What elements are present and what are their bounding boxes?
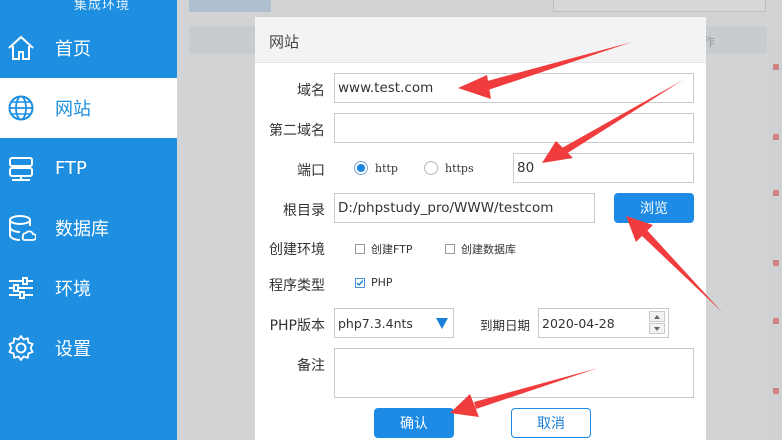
checkbox-label: 创建数据库 bbox=[461, 243, 516, 256]
sliders-icon bbox=[6, 273, 36, 303]
checkbox-box-checked bbox=[355, 277, 365, 288]
second-domain-input[interactable] bbox=[334, 113, 694, 143]
port-value: 80 bbox=[517, 160, 535, 176]
website-dialog: 网站 域名 www.test.com 第二域名 端口 http https 80… bbox=[255, 17, 706, 440]
php-version-select[interactable]: php7.3.4nts bbox=[334, 308, 454, 338]
program-type-label: 程序类型 bbox=[269, 278, 325, 294]
checkbox-label: 创建FTP bbox=[371, 243, 413, 256]
php-version-value: php7.3.4nts bbox=[338, 316, 413, 331]
sidebar-item-environment[interactable]: 环境 bbox=[0, 258, 177, 318]
sidebar-item-settings[interactable]: 设置 bbox=[0, 318, 177, 378]
sidebar-item-label: 网站 bbox=[55, 99, 91, 120]
browse-button-label: 浏览 bbox=[640, 201, 668, 217]
expiry-label: 到期日期 bbox=[479, 318, 530, 333]
port-http-radio[interactable]: http bbox=[354, 161, 398, 175]
checkbox-label: PHP bbox=[371, 276, 393, 289]
sidebar-item-label: 环境 bbox=[55, 279, 91, 300]
php-version-label: PHP版本 bbox=[269, 318, 325, 334]
sidebar-item-label: 设置 bbox=[55, 339, 91, 360]
sidebar-item-ftp[interactable]: FTP bbox=[0, 138, 177, 198]
confirm-button-label: 确认 bbox=[400, 416, 428, 432]
spin-up-button[interactable] bbox=[649, 311, 665, 322]
dialog-title: 网站 bbox=[269, 33, 300, 51]
port-https-radio[interactable]: https bbox=[424, 161, 474, 175]
server-icon bbox=[6, 153, 36, 183]
remark-label: 备注 bbox=[297, 358, 325, 374]
date-spinner bbox=[649, 311, 665, 335]
root-dir-label: 根目录 bbox=[283, 203, 325, 219]
php-checkbox[interactable]: PHP bbox=[355, 276, 393, 289]
sidebar-item-home[interactable]: 首页 bbox=[0, 18, 177, 78]
root-dir-input[interactable]: D:/phpstudy_pro/WWW/testcom bbox=[334, 193, 595, 223]
domain-value: www.test.com bbox=[338, 80, 434, 96]
confirm-button[interactable]: 确认 bbox=[374, 408, 454, 438]
radio-label: http bbox=[375, 161, 398, 175]
domain-label: 域名 bbox=[297, 83, 325, 99]
check-icon bbox=[356, 279, 364, 286]
caret-down-icon bbox=[436, 318, 448, 329]
cancel-button[interactable]: 取消 bbox=[511, 408, 591, 438]
root-dir-value: D:/phpstudy_pro/WWW/testcom bbox=[338, 200, 554, 216]
create-ftp-checkbox[interactable]: 创建FTP bbox=[355, 241, 413, 257]
sidebar: 集成环境 首页 网站 FTP 数据库 环境 设置 bbox=[0, 0, 177, 440]
expiry-date-input[interactable]: 2020-04-28 bbox=[538, 308, 669, 338]
domain-input[interactable]: www.test.com bbox=[334, 73, 694, 103]
app-brand: 集成环境 bbox=[74, 0, 131, 13]
globe-icon bbox=[6, 93, 36, 123]
spin-down-button[interactable] bbox=[649, 323, 665, 334]
create-database-checkbox[interactable]: 创建数据库 bbox=[445, 241, 516, 257]
port-input[interactable]: 80 bbox=[513, 153, 694, 183]
home-icon bbox=[6, 33, 36, 63]
radio-dot bbox=[424, 161, 438, 175]
radio-label: https bbox=[445, 161, 474, 175]
create-env-label: 创建环境 bbox=[269, 242, 325, 258]
sidebar-item-label: FTP bbox=[55, 157, 87, 179]
browse-button[interactable]: 浏览 bbox=[614, 193, 694, 223]
remark-textarea[interactable] bbox=[334, 348, 694, 398]
sidebar-item-label: 首页 bbox=[55, 39, 91, 60]
dialog-header: 网站 bbox=[255, 17, 706, 63]
sidebar-item-label: 数据库 bbox=[55, 219, 109, 240]
database-icon bbox=[6, 213, 36, 243]
radio-dot-checked bbox=[354, 161, 368, 175]
cancel-button-label: 取消 bbox=[537, 416, 565, 432]
expiry-value: 2020-04-28 bbox=[542, 316, 615, 331]
checkbox-box bbox=[445, 244, 455, 254]
gear-icon bbox=[6, 333, 36, 363]
second-domain-label: 第二域名 bbox=[269, 123, 325, 139]
port-label: 端口 bbox=[297, 163, 325, 179]
checkbox-box bbox=[355, 244, 365, 254]
sidebar-item-database[interactable]: 数据库 bbox=[0, 198, 177, 258]
sidebar-item-website[interactable]: 网站 bbox=[0, 78, 177, 138]
